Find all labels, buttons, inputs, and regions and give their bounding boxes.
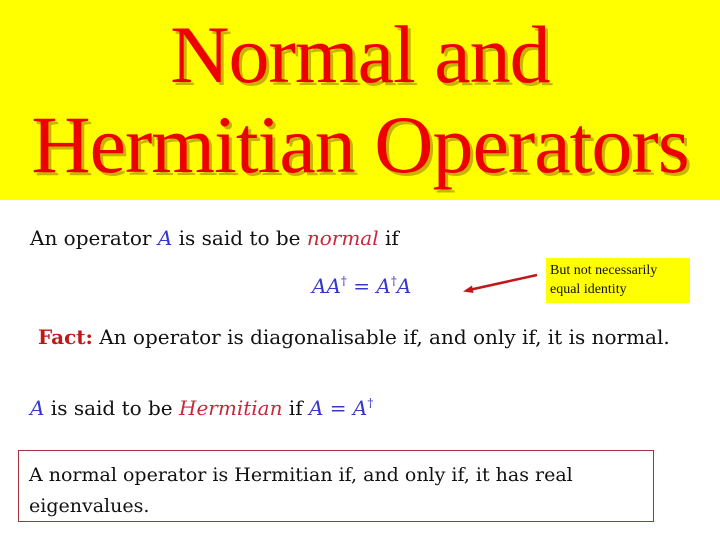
operator-symbol: A [30, 396, 45, 420]
callout-arrow-icon [463, 273, 538, 293]
definition-middle: is said to be [44, 396, 180, 420]
definition-prefix: An operator [30, 226, 158, 250]
theorem-box: A normal operator is Hermitian if, and o… [18, 450, 654, 522]
normal-term: normal [306, 226, 379, 250]
fact-statement: Fact: An operator is diagonalisable if, … [38, 325, 670, 349]
operator-symbol: A [157, 226, 173, 250]
slide-header: Normal and Hermitian Operators [0, 0, 720, 200]
normal-definition: An operator A is said to be normal if [30, 226, 399, 250]
dagger-symbol: † [367, 396, 374, 410]
fact-text: An operator is diagonalisable if, and on… [92, 325, 670, 349]
slide-title-line-1: Normal and [170, 9, 550, 100]
formula-term: A [312, 274, 327, 298]
normal-formula: AA† = A†A [312, 274, 411, 298]
equals-sign: = [346, 274, 377, 298]
definition-suffix: if [378, 226, 399, 250]
formula-term: A [376, 274, 391, 298]
slide-title-line-2: Hermitian Operators [31, 99, 689, 190]
formula-term: A [326, 274, 341, 298]
definition-middle: is said to be [172, 226, 307, 250]
hermitian-definition: A is said to be Hermitian if A = A† [30, 396, 373, 420]
callout-line-2: equal identity [550, 282, 627, 297]
formula-term: A [308, 396, 324, 420]
callout-note: But not necessarily equal identity [546, 258, 690, 303]
formula-term: A [352, 396, 368, 420]
if-word: if [282, 396, 309, 420]
formula-term: A [396, 274, 412, 298]
hermitian-term: Hermitian [179, 396, 283, 420]
equals-sign: = [323, 396, 353, 420]
fact-label: Fact: [38, 325, 93, 349]
theorem-text: A normal operator is Hermitian if, and o… [29, 464, 573, 517]
callout-line-1: But not necessarily [550, 263, 658, 278]
